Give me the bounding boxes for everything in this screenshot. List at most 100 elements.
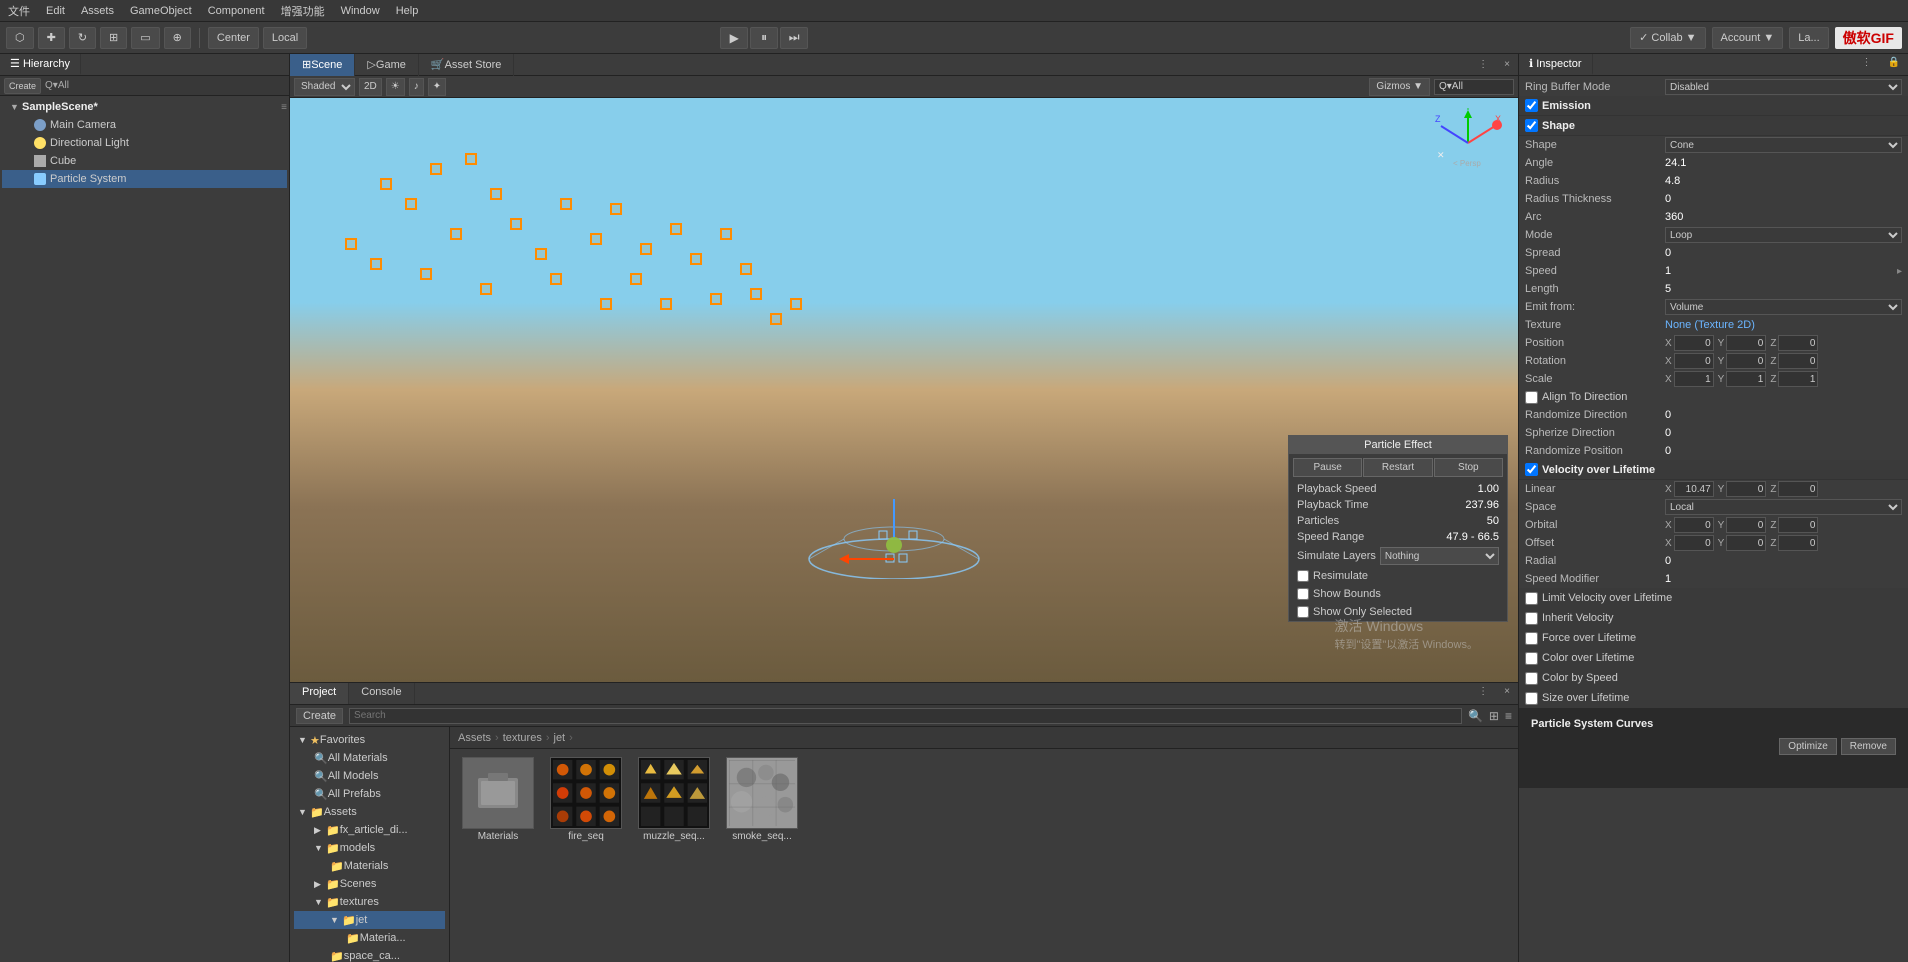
asset-smoke-seq[interactable]: smoke_seq...: [722, 757, 802, 842]
collab-button[interactable]: ✓ Collab ▼: [1630, 27, 1705, 49]
toolbar-rotate[interactable]: ↻: [69, 27, 96, 49]
project-create-btn[interactable]: Create: [296, 708, 343, 724]
menu-enhance[interactable]: 增强功能: [273, 3, 333, 19]
shading-select[interactable]: Shaded: [294, 78, 355, 96]
rotation-y-input[interactable]: [1726, 353, 1766, 369]
tab-game[interactable]: ▷ Game: [355, 54, 418, 76]
color-speed-section[interactable]: Color by Speed: [1519, 668, 1908, 688]
asset-fire-seq[interactable]: fire_seq: [546, 757, 626, 842]
force-lifetime-checkbox[interactable]: [1525, 632, 1538, 645]
inspector-options[interactable]: ⋮: [1854, 54, 1880, 75]
menu-window[interactable]: Window: [333, 5, 388, 17]
scene-close-icon[interactable]: ×: [1496, 56, 1518, 73]
hierarchy-main-camera[interactable]: Main Camera: [2, 116, 287, 134]
tab-asset-store[interactable]: 🛒 Asset Store: [419, 54, 515, 76]
limit-velocity-checkbox[interactable]: [1525, 592, 1538, 605]
rotation-x-input[interactable]: [1674, 353, 1714, 369]
menu-help[interactable]: Help: [388, 5, 427, 17]
tab-inspector[interactable]: ℹ Inspector: [1519, 54, 1593, 75]
sidebar-materials[interactable]: 📁 Materials: [294, 857, 445, 875]
color-lifetime-section[interactable]: Color over Lifetime: [1519, 648, 1908, 668]
breadcrumb-textures[interactable]: textures: [503, 732, 542, 744]
show-only-selected-checkbox[interactable]: [1297, 606, 1309, 618]
sidebar-favorites[interactable]: ▼ ★ Favorites: [294, 731, 445, 749]
resimulate-checkbox[interactable]: [1297, 570, 1309, 582]
position-y-input[interactable]: [1726, 335, 1766, 351]
align-to-direction-checkbox[interactable]: [1525, 391, 1538, 404]
sidebar-assets[interactable]: ▼ 📁 Assets: [294, 803, 445, 821]
rotation-z-input[interactable]: [1778, 353, 1818, 369]
velocity-lifetime-section[interactable]: Velocity over Lifetime: [1519, 460, 1908, 480]
inherit-velocity-checkbox[interactable]: [1525, 612, 1538, 625]
hierarchy-create-btn[interactable]: Create: [4, 78, 41, 94]
scale-z-input[interactable]: [1778, 371, 1818, 387]
inherit-velocity-section[interactable]: Inherit Velocity: [1519, 608, 1908, 628]
sidebar-jet[interactable]: ▼ 📁 jet: [294, 911, 445, 929]
shape-section[interactable]: Shape: [1519, 116, 1908, 136]
menu-edit[interactable]: Edit: [38, 5, 73, 17]
scene-search-input[interactable]: [1434, 79, 1514, 95]
asset-muzzle-seq[interactable]: muzzle_seq...: [634, 757, 714, 842]
orbital-y-input[interactable]: [1726, 517, 1766, 533]
project-search-input[interactable]: [349, 708, 1462, 724]
emission-section[interactable]: Emission: [1519, 96, 1908, 116]
tab-project[interactable]: Project: [290, 683, 349, 704]
color-lifetime-checkbox[interactable]: [1525, 652, 1538, 665]
local-button[interactable]: Local: [263, 27, 307, 49]
position-x-input[interactable]: [1674, 335, 1714, 351]
sidebar-all-prefabs[interactable]: 🔍 All Prefabs: [294, 785, 445, 803]
scene-options-icon[interactable]: ⋮: [1470, 56, 1496, 73]
menu-gameobject[interactable]: GameObject: [122, 5, 200, 17]
breadcrumb-jet[interactable]: jet: [554, 732, 566, 744]
project-close[interactable]: ×: [1496, 683, 1518, 704]
breadcrumb-assets[interactable]: Assets: [458, 732, 491, 744]
scene-light-btn[interactable]: ☀: [386, 78, 405, 96]
scale-y-input[interactable]: [1726, 371, 1766, 387]
toolbar-scale[interactable]: ⊞: [100, 27, 127, 49]
linear-x-input[interactable]: [1674, 481, 1714, 497]
menu-assets[interactable]: Assets: [73, 5, 122, 17]
project-options[interactable]: ⋮: [1470, 683, 1496, 704]
scene-options[interactable]: ≡: [281, 102, 287, 113]
asset-materials[interactable]: Materials: [458, 757, 538, 842]
emission-checkbox[interactable]: [1525, 99, 1538, 112]
hierarchy-particle-system[interactable]: Particle System: [2, 170, 287, 188]
offset-y-input[interactable]: [1726, 535, 1766, 551]
stop-btn[interactable]: Stop: [1434, 458, 1503, 477]
speed-arrow[interactable]: ▸: [1897, 266, 1902, 277]
size-lifetime-section[interactable]: Size over Lifetime: [1519, 688, 1908, 708]
menu-file[interactable]: 文件: [0, 3, 38, 19]
optimize-button[interactable]: Optimize: [1779, 738, 1836, 755]
sidebar-models[interactable]: ▼ 📁 models: [294, 839, 445, 857]
remove-button[interactable]: Remove: [1841, 738, 1896, 755]
hierarchy-directional-light[interactable]: Directional Light: [2, 134, 287, 152]
tab-console[interactable]: Console: [349, 683, 414, 704]
project-list-btn[interactable]: ≡: [1505, 709, 1512, 723]
center-button[interactable]: Center: [208, 27, 259, 49]
scene-audio-btn[interactable]: ♪: [409, 78, 424, 96]
tab-scene[interactable]: ⊞ Scene: [290, 54, 355, 76]
sidebar-fx-article[interactable]: ▶ 📁 fx_article_di...: [294, 821, 445, 839]
ring-buffer-select[interactable]: Disabled: [1665, 79, 1902, 95]
project-grid-btn[interactable]: ⊞: [1489, 709, 1499, 723]
scene-fx-btn[interactable]: ✦: [428, 78, 446, 96]
velocity-lifetime-checkbox[interactable]: [1525, 463, 1538, 476]
show-bounds-checkbox[interactable]: [1297, 588, 1309, 600]
size-lifetime-checkbox[interactable]: [1525, 692, 1538, 705]
sidebar-scenes[interactable]: ▶ 📁 Scenes: [294, 875, 445, 893]
hierarchy-scene[interactable]: ▼ SampleScene* ≡: [2, 98, 287, 116]
2d-toggle[interactable]: 2D: [359, 78, 382, 96]
project-search-icon[interactable]: 🔍: [1468, 709, 1483, 723]
emit-from-select[interactable]: Volume: [1665, 299, 1902, 315]
scale-x-input[interactable]: [1674, 371, 1714, 387]
orbital-x-input[interactable]: [1674, 517, 1714, 533]
gizmos-btn[interactable]: Gizmos ▼: [1369, 78, 1430, 96]
tab-hierarchy[interactable]: ☰ Hierarchy: [0, 54, 81, 75]
restart-btn[interactable]: Restart: [1363, 458, 1432, 477]
linear-y-input[interactable]: [1726, 481, 1766, 497]
step-button[interactable]: ⏭: [780, 27, 808, 49]
sidebar-space-ca[interactable]: 📁 space_ca...: [294, 947, 445, 962]
sidebar-textures[interactable]: ▼ 📁 textures: [294, 893, 445, 911]
sidebar-materia[interactable]: 📁 Materia...: [294, 929, 445, 947]
color-speed-checkbox[interactable]: [1525, 672, 1538, 685]
